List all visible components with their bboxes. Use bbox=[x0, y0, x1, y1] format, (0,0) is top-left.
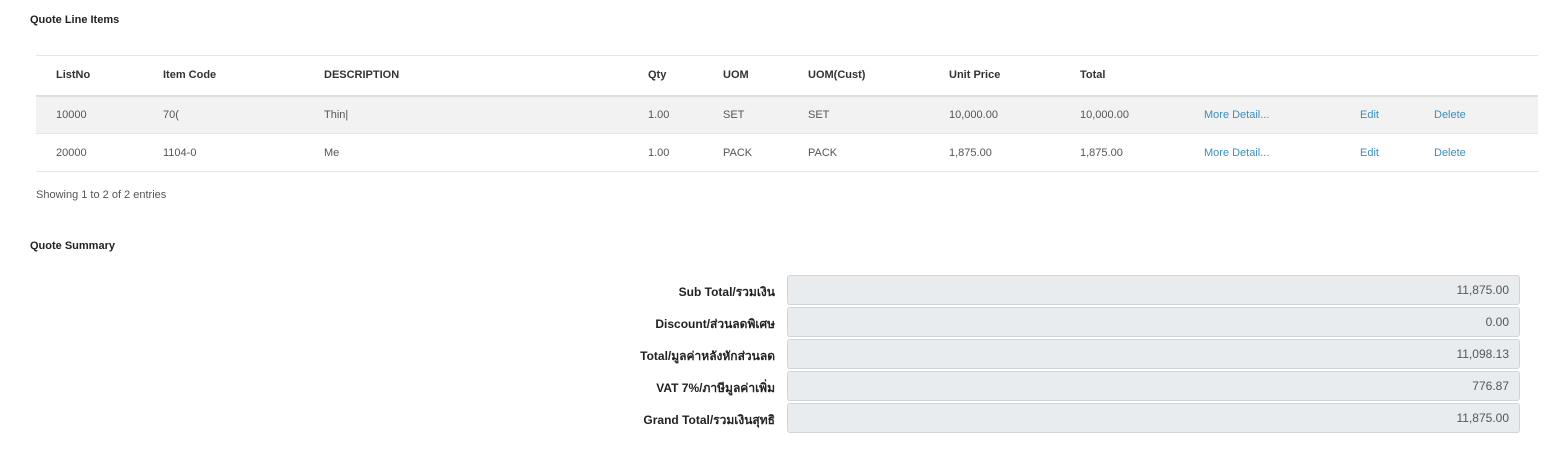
grand-total-label: Grand Total/รวมเงินสุทธิ bbox=[643, 413, 775, 427]
subtotal-field[interactable] bbox=[787, 275, 1520, 305]
line-items-table: ListNo Item Code DESCRIPTION Qty UOM UOM… bbox=[36, 55, 1538, 172]
column-header-listno[interactable]: ListNo bbox=[36, 56, 143, 96]
discount-label: Discount/ส่วนลดพิเศษ bbox=[655, 317, 775, 331]
total-after-discount-field[interactable] bbox=[787, 339, 1520, 369]
delete-link[interactable]: Delete bbox=[1434, 109, 1466, 121]
column-header-total[interactable]: Total bbox=[1060, 56, 1184, 96]
cell-qty: 1.00 bbox=[648, 146, 670, 159]
table-header-row: ListNo Item Code DESCRIPTION Qty UOM UOM… bbox=[36, 55, 1538, 96]
vat-label: VAT 7%/ภาษีมูลค่าเพิ่ม bbox=[656, 381, 775, 395]
cell-description: Me bbox=[324, 146, 340, 159]
cell-delete: Delete bbox=[1414, 96, 1538, 134]
summary-row-total-after-discount: Total/มูลค่าหลังหักส่วนลด bbox=[520, 339, 1520, 371]
table-entries-info: Showing 1 to 2 of 2 entries bbox=[36, 189, 167, 201]
cell-item-code: 1104-0 bbox=[163, 146, 197, 159]
more-detail-link[interactable]: More Detail... bbox=[1204, 109, 1269, 121]
column-header-edit bbox=[1340, 56, 1414, 96]
subtotal-label: Sub Total/รวมเงิน bbox=[678, 285, 775, 299]
cell-list-no: 10000 bbox=[56, 108, 87, 121]
cell-total: 1,875.00 bbox=[1080, 146, 1123, 159]
line-items-table-wrapper: ListNo Item Code DESCRIPTION Qty UOM UOM… bbox=[36, 55, 1538, 172]
grand-total-field[interactable] bbox=[787, 403, 1520, 433]
cell-qty: 1.00 bbox=[648, 108, 670, 121]
vat-field[interactable] bbox=[787, 371, 1520, 401]
cell-more: More Detail... bbox=[1184, 96, 1340, 134]
cell-uom-cust: SET bbox=[808, 108, 830, 121]
column-header-description[interactable]: DESCRIPTION bbox=[304, 56, 628, 96]
edit-link[interactable]: Edit bbox=[1360, 147, 1379, 159]
cell-uom: PACK bbox=[723, 146, 753, 159]
cell-unit-price: 1,875.00 bbox=[949, 146, 992, 159]
summary-row-subtotal: Sub Total/รวมเงิน bbox=[520, 275, 1520, 307]
quote-line-items-title: Quote Line Items bbox=[30, 14, 120, 26]
column-header-more bbox=[1184, 56, 1340, 96]
cell-total: 10,000.00 bbox=[1080, 108, 1129, 121]
quote-summary-title: Quote Summary bbox=[30, 240, 115, 252]
more-detail-link[interactable]: More Detail... bbox=[1204, 147, 1269, 159]
summary-row-vat: VAT 7%/ภาษีมูลค่าเพิ่ม bbox=[520, 371, 1520, 403]
summary-row-discount: Discount/ส่วนลดพิเศษ bbox=[520, 307, 1520, 339]
total-after-discount-label: Total/มูลค่าหลังหักส่วนลด bbox=[640, 349, 775, 363]
column-header-uom-cust[interactable]: UOM(Cust) bbox=[788, 56, 929, 96]
column-header-delete bbox=[1414, 56, 1538, 96]
edit-link[interactable]: Edit bbox=[1360, 109, 1379, 121]
column-header-qty[interactable]: Qty bbox=[628, 56, 703, 96]
column-header-uom[interactable]: UOM bbox=[703, 56, 788, 96]
cell-uom-cust: PACK bbox=[808, 146, 838, 159]
column-header-item-code[interactable]: Item Code bbox=[143, 56, 304, 96]
cell-edit: Edit bbox=[1340, 134, 1414, 172]
table-row: 20000 1104-0 Me 1.00 PACK PACK 1,875.00 … bbox=[36, 134, 1538, 172]
cell-unit-price: 10,000.00 bbox=[949, 108, 998, 121]
cell-uom: SET bbox=[723, 108, 745, 121]
cell-description: Thin| bbox=[324, 108, 349, 121]
cell-edit: Edit bbox=[1340, 96, 1414, 134]
delete-link[interactable]: Delete bbox=[1434, 147, 1466, 159]
cell-delete: Delete bbox=[1414, 134, 1538, 172]
cell-list-no: 20000 bbox=[56, 146, 87, 159]
cell-item-code: 70( bbox=[163, 108, 179, 121]
cell-more: More Detail... bbox=[1184, 134, 1340, 172]
column-header-unit-price[interactable]: Unit Price bbox=[929, 56, 1060, 96]
summary-row-grand-total: Grand Total/รวมเงินสุทธิ bbox=[520, 403, 1520, 435]
discount-field[interactable] bbox=[787, 307, 1520, 337]
table-row: 10000 70( Thin| 1.00 SET SET 10,000.00 1… bbox=[36, 95, 1538, 134]
